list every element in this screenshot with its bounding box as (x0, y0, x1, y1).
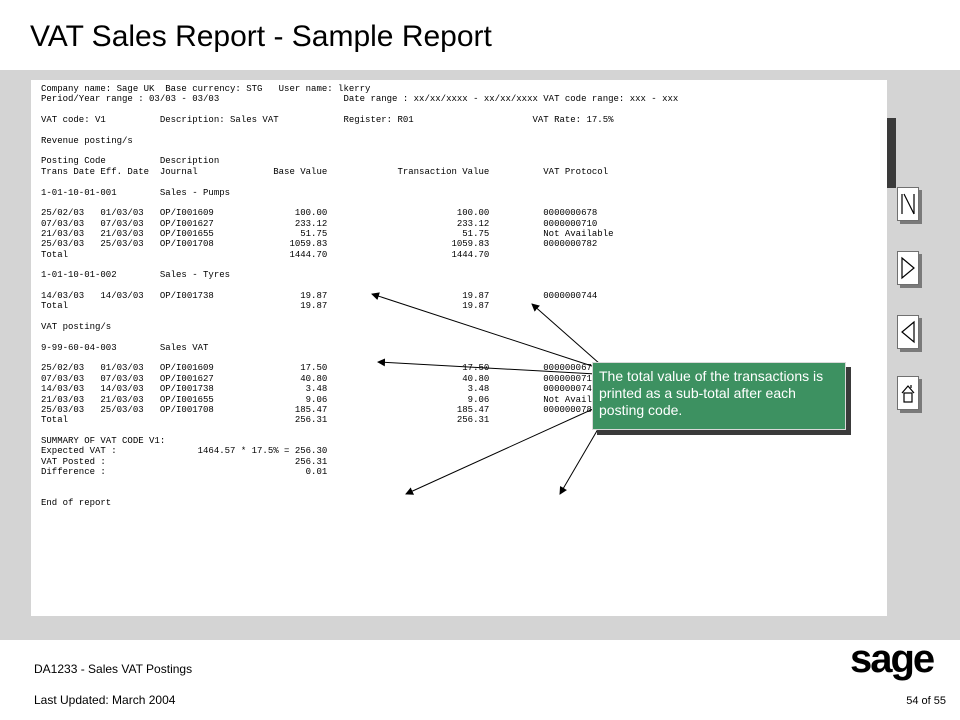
report-line: Period/Year range : 03/03 - 03/03 Date r… (41, 94, 679, 105)
report-line: Revenue posting/s (41, 135, 133, 146)
report-line: Total 256.31 256.31 (41, 415, 490, 426)
report-line: Total 1444.70 1444.70 (41, 249, 490, 260)
report-line: Posting Code Description (41, 156, 220, 167)
sage-logo-text: sage (850, 640, 934, 681)
report-line: 25/02/03 01/03/03 OP/I001609 17.50 17.50… (41, 363, 598, 374)
report-line: Difference : 0.01 (41, 466, 328, 477)
report-line: VAT posting/s (41, 322, 112, 333)
report-line: 9-99-60-04-003 Sales VAT (41, 342, 209, 353)
report-line: SUMMARY OF VAT CODE V1: (41, 435, 166, 446)
previous-page-icon (901, 320, 915, 344)
previous-page-button[interactable] (897, 315, 919, 349)
first-page-button[interactable] (897, 187, 919, 221)
page-title: VAT Sales Report - Sample Report (30, 20, 492, 53)
report-line: Total 19.87 19.87 (41, 301, 490, 312)
report-line: 1-01-10-01-001 Sales - Pumps (41, 187, 231, 198)
sage-logo: sage (850, 640, 934, 681)
report-line: VAT Posted : 256.31 (41, 456, 328, 467)
callout-note: The total value of the transactions is p… (592, 362, 846, 430)
home-button[interactable] (897, 376, 919, 410)
report-line: 14/03/03 14/03/03 OP/I001738 19.87 19.87… (41, 291, 598, 301)
report-line: Trans Date Eff. Date Journal Base Value … (41, 166, 609, 177)
report-line: Expected VAT : 1464.57 * 17.5% = 256.30 (41, 446, 328, 457)
home-icon (901, 385, 915, 403)
next-page-icon (901, 256, 915, 280)
report-line: 1-01-10-01-002 Sales - Tyres (41, 270, 231, 281)
report-line: Company name: Sage UK Base currency: STG… (41, 84, 371, 94)
report-line: 25/03/03 25/03/03 OP/I001708 1059.83 105… (41, 239, 598, 250)
report-line: 07/03/03 07/03/03 OP/I001627 40.80 40.80… (41, 373, 598, 384)
next-page-button[interactable] (897, 251, 919, 285)
last-updated-label: Last Updated: March 2004 (34, 693, 176, 707)
report-line: End of report (41, 498, 112, 508)
report-line: 25/02/03 01/03/03 OP/I001609 100.00 100.… (41, 208, 598, 219)
report-line: 21/03/03 21/03/03 OP/I001655 51.75 51.75… (41, 228, 614, 239)
course-label: DA1233 - Sales VAT Postings (34, 662, 193, 676)
report-line: 07/03/03 07/03/03 OP/I001627 233.12 233.… (41, 218, 598, 229)
page-number: 54 of 55 (906, 695, 946, 707)
report-line: 21/03/03 21/03/03 OP/I001655 9.06 9.06 N… (41, 394, 614, 405)
report-line: 14/03/03 14/03/03 OP/I001738 3.48 3.48 0… (41, 384, 598, 395)
first-page-icon (901, 193, 915, 215)
report-line: 25/03/03 25/03/03 OP/I001708 185.47 185.… (41, 404, 598, 415)
report-line: VAT code: V1 Description: Sales VAT Regi… (41, 115, 614, 126)
